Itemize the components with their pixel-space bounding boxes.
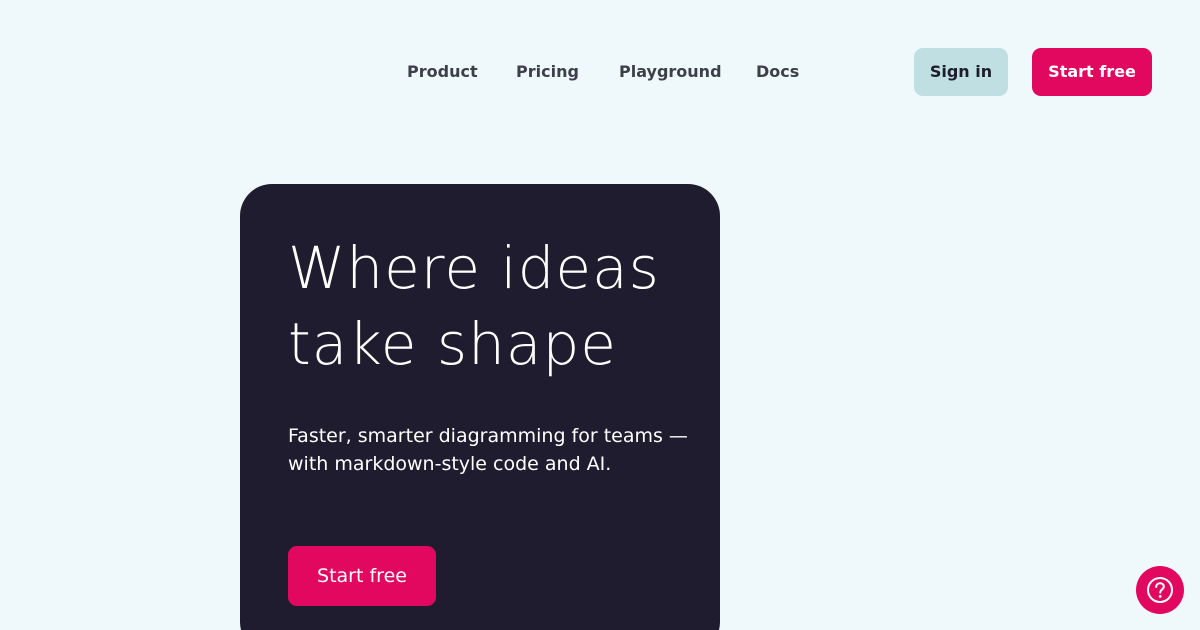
- hero-subtitle-line-1: Faster, smarter diagramming for teams —: [288, 425, 688, 447]
- top-nav: Product Pricing Playground Docs Sign in …: [0, 48, 1200, 96]
- help-button[interactable]: [1136, 566, 1184, 614]
- hero-title: Where ideas take shape: [288, 234, 660, 378]
- hero-card: Where ideas take shape Faster, smarter d…: [240, 184, 720, 630]
- question-circle-icon: [1147, 577, 1173, 603]
- start-free-button-header[interactable]: Start free: [1032, 48, 1152, 96]
- sign-in-button[interactable]: Sign in: [914, 48, 1008, 96]
- nav-link-product[interactable]: Product: [407, 48, 478, 96]
- hero-subtitle: Faster, smarter diagramming for teams — …: [288, 422, 688, 478]
- start-free-button-hero[interactable]: Start free: [288, 546, 436, 606]
- hero-subtitle-line-2: with markdown-style code and AI.: [288, 453, 612, 475]
- landing-page: Product Pricing Playground Docs Sign in …: [0, 0, 1200, 630]
- nav-link-docs[interactable]: Docs: [756, 48, 799, 96]
- nav-link-pricing[interactable]: Pricing: [516, 48, 579, 96]
- nav-link-playground[interactable]: Playground: [619, 48, 722, 96]
